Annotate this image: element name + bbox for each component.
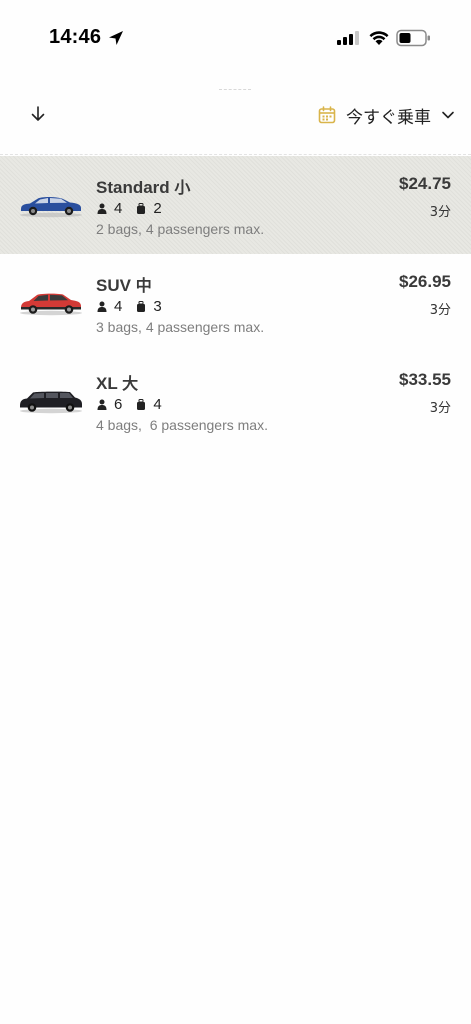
status-time: 14:46	[49, 26, 102, 48]
passenger-count: 4	[114, 298, 123, 315]
schedule-button[interactable]: 今すぐ乗車	[318, 100, 455, 130]
schedule-label: 今すぐ乗車	[346, 107, 431, 128]
ride-size-label: 小	[174, 178, 191, 197]
xl-car-image	[20, 391, 82, 414]
ride-name: SUV 中	[96, 272, 152, 296]
luggage-icon	[137, 301, 146, 312]
luggage-icon	[137, 203, 146, 214]
capacity-info: 4 3	[97, 298, 176, 315]
chevron-down-icon	[442, 111, 454, 119]
capacity-info: 6 4	[97, 396, 176, 413]
ride-eta: 3分	[429, 303, 451, 318]
ride-size-label: 大	[122, 374, 139, 393]
header-bar: 今すぐ乗車	[0, 96, 471, 136]
passenger-icon	[97, 301, 107, 312]
bag-count: 3	[153, 298, 162, 315]
ride-name-text: SUV	[96, 276, 131, 295]
suv-car-image	[20, 293, 82, 316]
passenger-count: 4	[114, 200, 123, 217]
capacity-info: 4 2	[97, 200, 176, 217]
passenger-count: 6	[114, 396, 123, 413]
ride-selection-screen: 14:46 今すぐ乗車 Standard 小 4 2 2 bags, 4 pas…	[0, 0, 471, 1024]
bag-count: 2	[153, 200, 162, 217]
luggage-icon	[137, 399, 146, 410]
ride-size-label: 中	[135, 276, 152, 295]
ride-price: $33.55	[399, 370, 451, 389]
battery-icon	[396, 29, 430, 47]
wifi-icon	[369, 31, 389, 45]
sheet-grabber[interactable]	[219, 89, 251, 92]
bag-count: 4	[153, 396, 162, 413]
ride-price: $24.75	[399, 174, 451, 193]
sedan-car-image	[20, 196, 82, 218]
ride-eta: 3分	[429, 205, 451, 220]
arrow-down-icon[interactable]	[28, 104, 48, 124]
ride-capacity-note: 2 bags, 4 passengers max.	[96, 221, 265, 237]
passenger-icon	[97, 399, 107, 410]
ride-name-text: XL	[96, 374, 118, 393]
cellular-signal-icon	[337, 31, 359, 45]
ride-options-list: Standard 小 4 2 2 bags, 4 passengers max.…	[0, 156, 471, 450]
location-arrow-icon	[109, 31, 123, 45]
ride-capacity-note: 4 bags, 6 passengers max.	[96, 417, 268, 433]
ride-price: $26.95	[399, 272, 451, 291]
ride-option-suv[interactable]: SUV 中 4 3 3 bags, 4 passengers max. $26.…	[0, 254, 471, 352]
ride-name-text: Standard	[96, 178, 170, 197]
ride-name: XL 大	[96, 370, 138, 394]
ride-option-standard[interactable]: Standard 小 4 2 2 bags, 4 passengers max.…	[0, 156, 471, 254]
ride-capacity-note: 3 bags, 4 passengers max.	[96, 319, 265, 335]
ride-option-xl[interactable]: XL 大 6 4 4 bags, 6 passengers max. $33.5…	[0, 352, 471, 450]
calendar-icon	[318, 106, 336, 124]
status-bar: 14:46	[0, 0, 471, 76]
ride-eta: 3分	[429, 401, 451, 416]
passenger-icon	[97, 203, 107, 214]
ride-name: Standard 小	[96, 174, 190, 198]
